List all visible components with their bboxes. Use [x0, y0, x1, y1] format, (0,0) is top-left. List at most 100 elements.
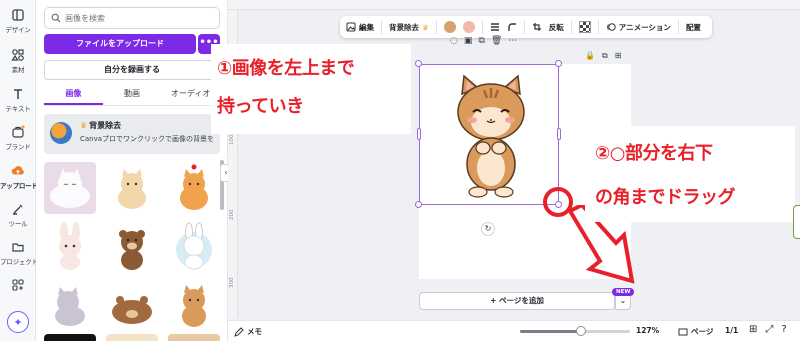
rail-item-brand[interactable]: ブランド [0, 125, 36, 151]
lock-icon[interactable]: ▣ [464, 36, 473, 46]
tab-videos[interactable]: 動画 [103, 84, 162, 105]
bg-remove-title-text: 背景除去 [89, 121, 122, 130]
corner-rounding-icon[interactable] [507, 22, 517, 32]
color-swatch-tan[interactable] [443, 21, 456, 33]
notes-button[interactable]: メモ [234, 326, 262, 337]
rail-item-tools[interactable]: ツール [0, 202, 36, 228]
delete-icon[interactable]: 🗑 [491, 36, 502, 46]
rail-item-text[interactable]: テキスト [0, 87, 36, 113]
notes-icon [234, 326, 244, 337]
rotate-handle[interactable]: ↻ [481, 222, 495, 236]
image-thumbnail[interactable] [168, 278, 220, 330]
zoom-slider[interactable] [520, 326, 630, 336]
image-thumbnail[interactable] [44, 162, 96, 214]
ruler-top [228, 0, 800, 10]
selection-box[interactable] [419, 64, 559, 205]
magic-assistant-button[interactable]: ✦ [7, 311, 29, 333]
note1-line1: ①画像を左上まで [217, 58, 355, 79]
rotate-icon: ↻ [484, 224, 492, 233]
duplicate-icon[interactable]: ⧉ [478, 36, 484, 46]
crown-icon: ♛ [80, 121, 88, 130]
image-thumbnail[interactable] [168, 334, 220, 341]
tools-icon [13, 204, 23, 215]
edit-image-button[interactable]: 編集 [346, 22, 374, 33]
edit-label: 編集 [359, 22, 374, 32]
resize-handle-top-left[interactable] [415, 60, 422, 67]
folder-icon [12, 243, 24, 252]
resize-handle-bottom-left[interactable] [415, 201, 422, 208]
image-thumbnail[interactable] [168, 162, 220, 214]
rail-item-apps[interactable] [0, 278, 36, 292]
help-icon[interactable]: ? [781, 324, 786, 335]
zoom-slider-knob[interactable] [575, 326, 586, 336]
image-thumbnail[interactable] [44, 334, 96, 341]
image-thumbnail[interactable] [168, 220, 220, 272]
rail-label: ツール [8, 220, 28, 228]
context-toolbar: 編集 背景除去 ♛ 反転 アニメーション 配置 [340, 16, 712, 38]
more-icon[interactable]: ⋯ [508, 36, 517, 46]
elements-icon [11, 49, 24, 61]
annotation-note-step1: ①画像を左上まで 持っていき [211, 44, 411, 134]
position-button[interactable]: 配置 [686, 22, 701, 33]
add-page-button[interactable]: + ページを追加 [419, 292, 615, 310]
ruler-tick: 200 [229, 209, 235, 221]
transparency-icon[interactable] [578, 21, 591, 33]
comment-icon[interactable]: ◌ [450, 36, 458, 46]
rail-item-projects[interactable]: プロジェクト [0, 240, 38, 266]
resize-handle-left[interactable] [417, 128, 421, 140]
divider [523, 20, 525, 34]
animate-button[interactable]: アニメーション [606, 22, 671, 33]
add-page-icon[interactable]: ⊞ [615, 51, 622, 61]
divider [597, 20, 599, 34]
rail-item-elements[interactable]: 素材 [0, 48, 36, 74]
grid-view-icon[interactable]: ⊞ [749, 324, 757, 335]
animate-label: アニメーション [618, 22, 671, 32]
pages-label: ページ [691, 327, 714, 336]
image-thumbnail[interactable] [106, 334, 158, 341]
search-box[interactable] [44, 7, 220, 29]
image-thumbnail[interactable] [44, 278, 96, 330]
upload-icon [11, 166, 24, 175]
rail-item-upload[interactable]: アップロード [0, 164, 38, 190]
image-thumbnail[interactable] [106, 162, 158, 214]
note2-line1: ②○部分を右下 [595, 143, 713, 164]
duplicate-page-icon[interactable]: ⧉ [602, 51, 608, 61]
divider [435, 20, 437, 34]
bg-remove-promo[interactable]: ♛背景除去 Canvaプロでワンクリックで画像の背景を › [44, 114, 221, 154]
zoom-level[interactable]: 127% [636, 326, 659, 335]
crown-icon: ♛ [422, 22, 429, 32]
brand-icon [12, 125, 25, 138]
new-badge: NEW [612, 288, 635, 296]
side-tab[interactable] [793, 205, 800, 239]
image-thumbnail[interactable] [44, 220, 96, 272]
rail-item-design[interactable]: デザイン [0, 8, 36, 34]
zoom-slider-fill [520, 330, 581, 333]
crop-icon[interactable] [532, 22, 542, 32]
pages-button[interactable]: ページ [678, 326, 713, 337]
resize-handle-right[interactable] [557, 128, 561, 140]
tabby-cat-icon [182, 285, 206, 327]
bg-remove-thumbnail [50, 122, 72, 144]
flip-button[interactable]: 反転 [549, 22, 564, 33]
image-thumbnail[interactable] [106, 220, 158, 272]
color-swatch-pink[interactable] [462, 21, 475, 33]
resize-handle-top-right[interactable] [555, 60, 562, 67]
upload-file-button[interactable]: ファイルをアップロード [44, 34, 196, 54]
image-edit-icon [346, 22, 356, 32]
search-input[interactable] [65, 13, 215, 23]
divider [381, 20, 382, 34]
note2-line2: の角までドラッグ [595, 187, 736, 208]
rail-label: ブランド [5, 143, 31, 151]
orange-cat-icon [180, 164, 208, 210]
bg-remove-label: 背景除去 [389, 22, 419, 32]
record-yourself-button[interactable]: 自分を録画する [44, 60, 220, 80]
rail-label: デザイン [5, 26, 31, 34]
side-panel: ファイルをアップロード ••• 自分を録画する 画像 動画 オーディオ ♛背景除… [36, 0, 228, 341]
border-style-icon[interactable] [490, 22, 500, 32]
tab-images[interactable]: 画像 [44, 84, 103, 105]
fullscreen-icon[interactable]: ⤢ [765, 324, 773, 335]
rail-label: プロジェクト [0, 258, 38, 266]
lock-page-icon[interactable]: 🔒 [585, 51, 595, 61]
image-thumbnail[interactable] [106, 278, 158, 330]
bg-remove-button[interactable]: 背景除去 ♛ [389, 22, 429, 33]
